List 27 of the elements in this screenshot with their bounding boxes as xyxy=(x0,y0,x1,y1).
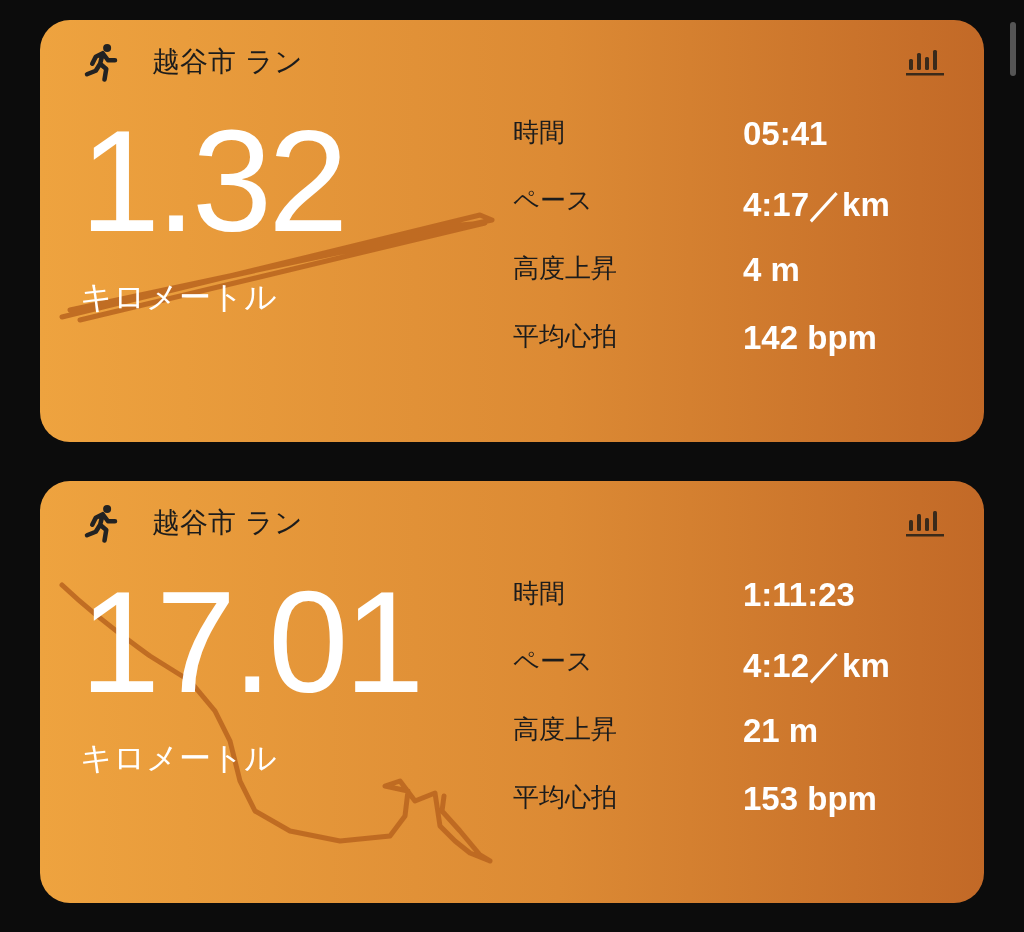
stat-label: ペース xyxy=(513,184,594,217)
stat-label: 平均心拍 xyxy=(513,320,618,353)
distance-value: 17.01 xyxy=(80,571,422,715)
stat-label: 時間 xyxy=(513,116,566,149)
stat-label: 平均心拍 xyxy=(513,781,618,814)
stat-value: 4:12／km xyxy=(743,646,890,686)
stat-value: 21 m xyxy=(743,712,819,750)
stat-label: 高度上昇 xyxy=(513,713,618,746)
stat-value: 142 bpm xyxy=(743,319,877,357)
chart-icon[interactable] xyxy=(905,47,945,77)
stat-label: 時間 xyxy=(513,577,566,610)
distance-unit: キロメートル xyxy=(80,738,278,779)
stat-value: 4 m xyxy=(743,251,800,289)
workout-title: 越谷市 ラン xyxy=(152,44,303,80)
stat-label: ペース xyxy=(513,645,594,678)
scrollbar[interactable] xyxy=(1010,22,1016,76)
distance-value: 1.32 xyxy=(80,110,346,254)
distance-unit: キロメートル xyxy=(80,277,278,318)
workout-card[interactable]: 越谷市 ラン 1.32 キロメートル 時間 05:41 ペース 4:17／km 高度上昇 4 m 平均心拍 142 bpm xyxy=(40,20,984,442)
stat-value: 1:11:23 xyxy=(743,576,855,614)
stat-value: 05:41 xyxy=(743,115,828,153)
workout-title: 越谷市 ラン xyxy=(152,505,303,541)
stat-label: 高度上昇 xyxy=(513,252,618,285)
chart-icon[interactable] xyxy=(905,508,945,538)
stat-value: 4:17／km xyxy=(743,185,890,225)
stat-value: 153 bpm xyxy=(743,780,877,818)
workout-card[interactable]: 越谷市 ラン 17.01 キロメートル 時間 1:11:23 ペース 4:12／km 高度上昇 21 m 平均心拍 153 bpm xyxy=(40,481,984,903)
